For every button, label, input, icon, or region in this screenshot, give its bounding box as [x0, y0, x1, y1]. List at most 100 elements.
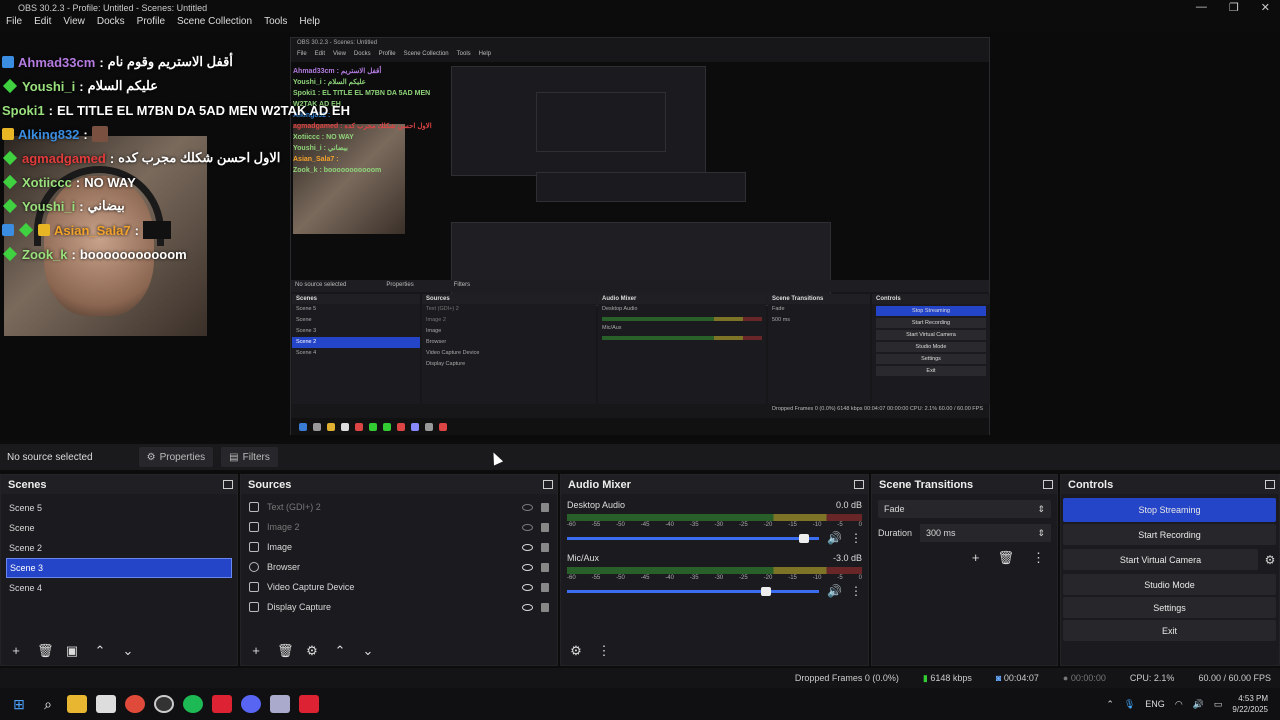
chat-text: booooooooooom: [79, 246, 187, 262]
lock-icon[interactable]: [541, 582, 549, 592]
source-item[interactable]: Text (GDI+) 2: [241, 497, 557, 517]
scene-item[interactable]: Scene: [1, 518, 237, 538]
mixer-channel: Desktop Audio 0.0 dB -60 -55 -50 -45 -40 -35 -3…: [561, 494, 868, 545]
store-icon[interactable]: [96, 695, 116, 713]
transition-toolbar: + 🗑 ⋮: [872, 542, 1057, 574]
source-item[interactable]: Display Capture: [241, 597, 557, 617]
gear-icon[interactable]: ⚙: [569, 643, 583, 659]
popout-icon[interactable]: [854, 480, 864, 489]
scenes-toolbar: + 🗑 ▣ ⌃ ⌄: [1, 643, 135, 659]
app-icon[interactable]: [270, 695, 290, 713]
duration-input[interactable]: 300 ms ⇕: [920, 524, 1051, 542]
trash-icon[interactable]: 🗑: [277, 643, 294, 659]
minimize-button[interactable]: —: [1196, 1, 1207, 14]
lock-icon[interactable]: [541, 542, 549, 552]
scene-item[interactable]: Scene 4: [1, 578, 237, 598]
stream-icon: ◙: [995, 673, 1002, 683]
move-up-button[interactable]: ⌃: [93, 643, 107, 659]
studio-mode-button[interactable]: Studio Mode: [1063, 574, 1276, 595]
discord-icon[interactable]: [241, 695, 261, 713]
volume-slider[interactable]: [567, 533, 820, 543]
menu-file[interactable]: File: [6, 16, 22, 32]
microphone-icon[interactable]: 🎙: [1124, 699, 1135, 710]
kebab-menu-icon[interactable]: ⋮: [1032, 550, 1045, 566]
spotify-icon[interactable]: [183, 695, 203, 713]
battery-icon[interactable]: ▭: [1214, 699, 1223, 710]
popout-icon[interactable]: [1043, 480, 1053, 489]
scene-item[interactable]: Scene 2: [1, 538, 237, 558]
eye-icon[interactable]: [522, 583, 533, 591]
gear-icon[interactable]: ⚙: [1261, 553, 1279, 567]
exit-button[interactable]: Exit: [1063, 620, 1276, 641]
popout-icon[interactable]: [543, 480, 553, 489]
eye-icon[interactable]: [522, 603, 533, 611]
gear-icon[interactable]: ⚙: [305, 643, 319, 659]
chrome-icon[interactable]: [125, 695, 145, 713]
properties-button[interactable]: ⚙ Properties: [138, 447, 214, 467]
clock[interactable]: 4:53 PM 9/22/2025: [1232, 693, 1268, 715]
filter-icon[interactable]: ▣: [65, 643, 79, 659]
volume-icon[interactable]: 🔊: [1193, 699, 1204, 710]
kebab-menu-icon[interactable]: ⋮: [850, 584, 862, 598]
source-item[interactable]: Video Capture Device: [241, 577, 557, 597]
transition-select[interactable]: Fade ⇕: [878, 500, 1051, 518]
app-red-icon[interactable]: [299, 695, 319, 713]
scene-item[interactable]: Scene 5: [1, 498, 237, 518]
menu-edit[interactable]: Edit: [34, 16, 51, 32]
stop-streaming-button[interactable]: Stop Streaming: [1063, 498, 1276, 522]
obs-icon[interactable]: [154, 695, 174, 713]
add-transition-button[interactable]: +: [972, 550, 980, 566]
eye-hidden-icon[interactable]: [522, 523, 533, 531]
chat-text: NO WAY: [84, 174, 136, 190]
lock-icon[interactable]: [541, 602, 549, 612]
speaker-icon[interactable]: 🔊: [827, 531, 842, 545]
menu-tools[interactable]: Tools: [264, 16, 287, 32]
menu-view[interactable]: View: [63, 16, 85, 32]
settings-button[interactable]: Settings: [1063, 597, 1276, 618]
windows-start-icon[interactable]: ⊞: [9, 695, 29, 713]
lock-icon[interactable]: [541, 502, 549, 512]
filters-button[interactable]: ▤ Filters: [221, 447, 278, 467]
image-icon: [249, 522, 259, 532]
language-indicator[interactable]: ENG: [1145, 699, 1165, 709]
spin-icon[interactable]: ⇕: [1037, 528, 1045, 539]
speaker-icon[interactable]: 🔊: [827, 584, 842, 598]
trash-icon[interactable]: 🗑: [997, 550, 1014, 566]
preview-canvas[interactable]: Ahmad33cm: أقفل الاستريم وقوم نام Youshi_i…: [0, 32, 1280, 440]
app-red-icon[interactable]: [212, 695, 232, 713]
scene-item-selected[interactable]: Scene 3: [6, 558, 232, 578]
source-item[interactable]: Image: [241, 537, 557, 557]
eye-icon[interactable]: [522, 563, 533, 571]
popout-icon[interactable]: [223, 480, 233, 489]
volume-slider[interactable]: [567, 586, 820, 596]
lock-icon[interactable]: [541, 562, 549, 572]
nested-transitions: Scene Transitions Fade 500 ms: [768, 294, 870, 404]
menu-profile[interactable]: Profile: [137, 16, 165, 32]
search-icon[interactable]: ⌕: [38, 695, 58, 713]
close-button[interactable]: ✕: [1261, 1, 1270, 14]
lock-icon[interactable]: [541, 522, 549, 532]
menu-docks[interactable]: Docks: [97, 16, 125, 32]
start-recording-button[interactable]: Start Recording: [1063, 524, 1276, 545]
trash-icon[interactable]: 🗑: [37, 643, 54, 659]
menu-help[interactable]: Help: [299, 16, 320, 32]
kebab-menu-icon[interactable]: ⋮: [597, 643, 611, 659]
popout-icon[interactable]: [1265, 480, 1275, 489]
move-down-button[interactable]: ⌄: [121, 643, 135, 659]
file-explorer-icon[interactable]: [67, 695, 87, 713]
wifi-icon[interactable]: ◠: [1175, 699, 1183, 710]
eye-icon[interactable]: [522, 543, 533, 551]
menu-scene-collection[interactable]: Scene Collection: [177, 16, 252, 32]
source-item[interactable]: Image 2: [241, 517, 557, 537]
move-up-button[interactable]: ⌃: [333, 643, 347, 659]
move-down-button[interactable]: ⌄: [361, 643, 375, 659]
maximize-button[interactable]: ❐: [1229, 1, 1239, 14]
chat-separator: :: [48, 102, 53, 118]
source-item[interactable]: Browser: [241, 557, 557, 577]
add-scene-button[interactable]: +: [9, 643, 23, 659]
add-source-button[interactable]: +: [249, 643, 263, 659]
kebab-menu-icon[interactable]: ⋮: [850, 531, 862, 545]
start-virtual-camera-button[interactable]: Start Virtual Camera: [1063, 549, 1258, 570]
chevron-up-icon[interactable]: ⌃: [1106, 699, 1114, 710]
eye-hidden-icon[interactable]: [522, 503, 533, 511]
